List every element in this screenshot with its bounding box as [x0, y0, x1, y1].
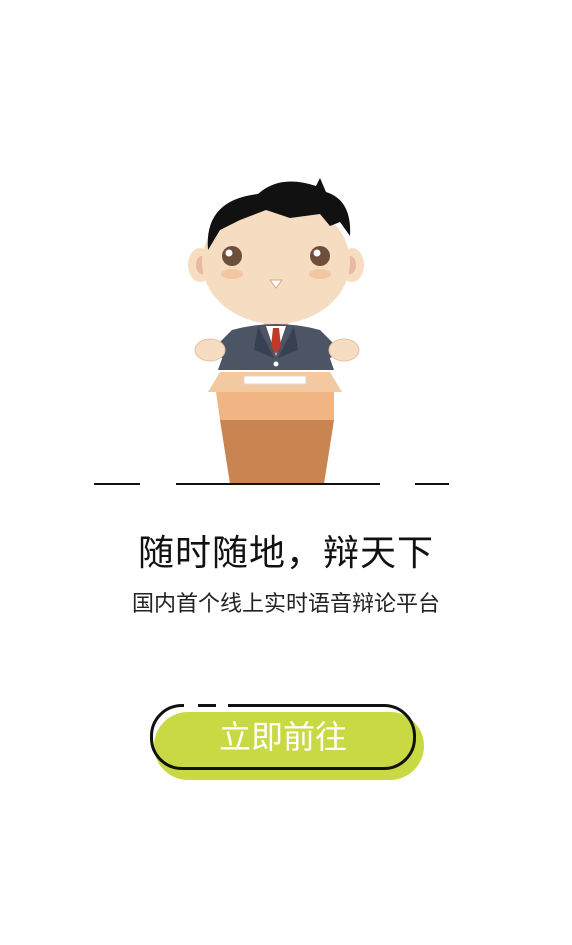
- debater-at-podium-icon: [188, 178, 364, 484]
- cta-container: 立即前往: [150, 700, 430, 786]
- cta-outline-gap: [216, 700, 228, 708]
- landing-page: 随时随地，辩天下 国内首个线上实时语音辩论平台 立即前往: [0, 0, 572, 945]
- hero-subtitle: 国内首个线上实时语音辩论平台: [131, 592, 440, 617]
- ground-line-center: [176, 483, 380, 485]
- cta-outline-gap: [184, 700, 198, 708]
- go-now-button[interactable]: 立即前往: [150, 704, 416, 770]
- hero-title: 随时随地，辩天下: [137, 533, 434, 574]
- ground-line-left: [94, 483, 140, 485]
- ground-line-right: [415, 483, 449, 485]
